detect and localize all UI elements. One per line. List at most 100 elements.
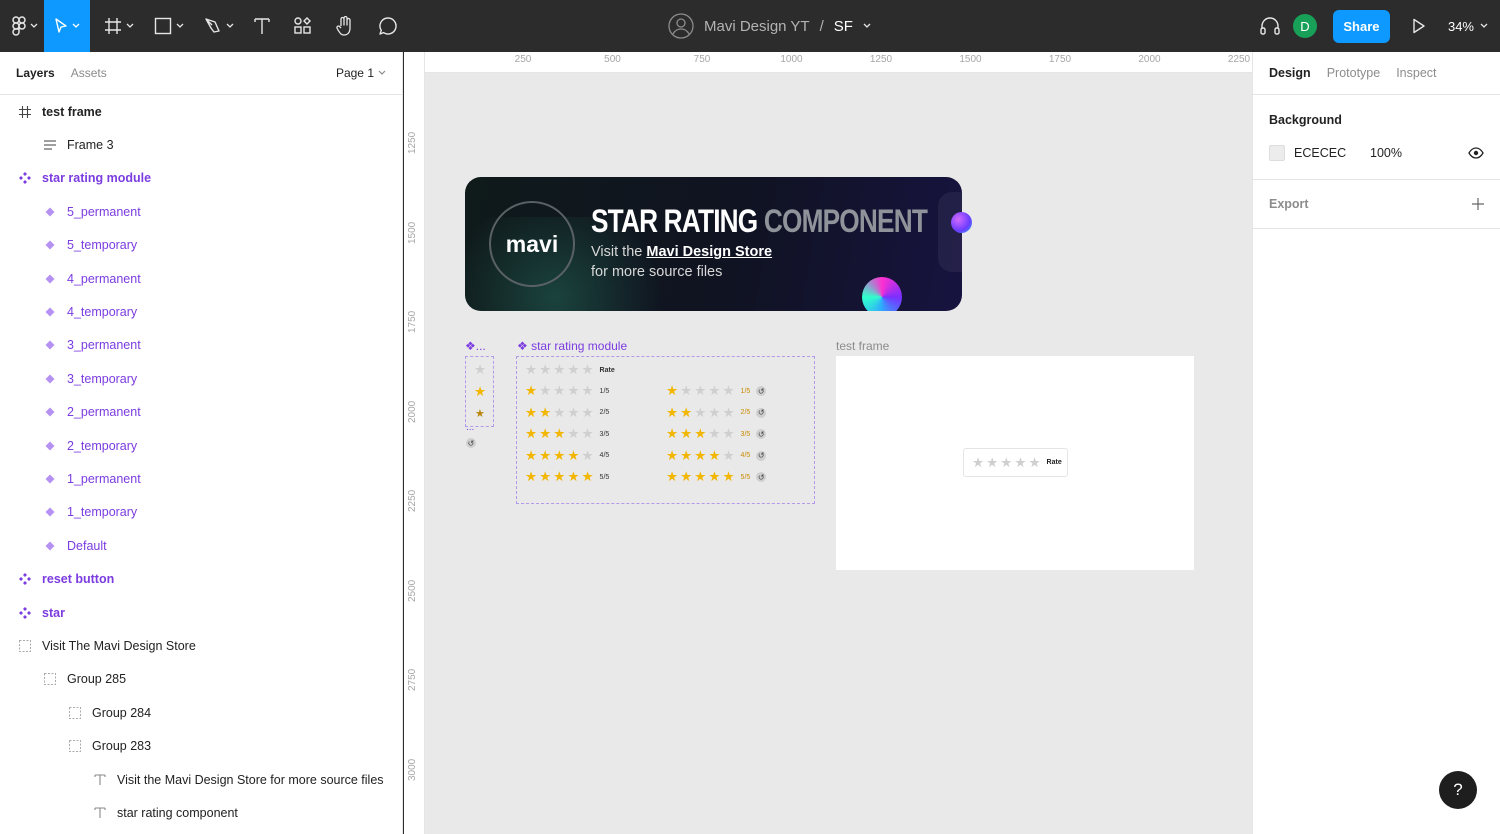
pen-tool[interactable]	[198, 0, 240, 52]
tab-prototype[interactable]: Prototype	[1327, 66, 1381, 80]
promo-banner[interactable]: mavi STAR RATING COMPONENT Visit the Mav…	[465, 177, 962, 311]
star-icon[interactable]: ★	[1014, 455, 1026, 470]
rating-variant[interactable]: ★ ★ ★ ★ ★ 2/5 ↺	[666, 405, 767, 420]
star-icon[interactable]: ★	[694, 405, 706, 420]
star-icon[interactable]: ★	[694, 384, 706, 398]
star-icon[interactable]: ★	[553, 405, 565, 420]
layer-row[interactable]: Frame 3	[0, 128, 402, 161]
layer-row[interactable]: 2_temporary	[0, 429, 402, 462]
rating-variant[interactable]: ★ ★ ★ ★ ★ 3/5	[525, 427, 609, 441]
star-icon[interactable]: ★	[539, 363, 551, 377]
star-icon[interactable]: ★	[581, 363, 593, 377]
comment-tool[interactable]	[372, 0, 404, 52]
tab-design[interactable]: Design	[1269, 66, 1311, 80]
star-icon[interactable]: ★	[694, 448, 706, 463]
layer-row[interactable]: 1_temporary	[0, 496, 402, 529]
tab-layers[interactable]: Layers	[16, 66, 55, 80]
share-button[interactable]: Share	[1332, 9, 1390, 43]
rating-variant[interactable]: ★ ★ ★ ★ ★ Rate	[525, 363, 615, 377]
text-tool[interactable]	[248, 0, 276, 52]
star-icon[interactable]: ★	[539, 448, 551, 463]
rating-variant[interactable]: ★ ★ ★ ★ ★ 4/5	[525, 448, 609, 463]
file-name[interactable]: SF	[834, 18, 853, 35]
star-component-label[interactable]: ❖...	[465, 339, 486, 353]
layer-row[interactable]: star	[0, 596, 402, 629]
canvas[interactable]: 250 500 750 1000 1250 1500 1750 2000 2250 1250 15…	[404, 52, 1252, 834]
tab-assets[interactable]: Assets	[71, 66, 107, 80]
star-icon[interactable]: ★	[708, 427, 720, 441]
star-icon[interactable]: ★	[567, 427, 579, 441]
star-icon[interactable]: ★	[722, 427, 734, 441]
star-icon[interactable]: ★	[972, 455, 984, 470]
star-icon[interactable]: ★	[525, 448, 537, 463]
rating-variant[interactable]: ★ ★ ★ ★ ★ 3/5 ↺	[666, 427, 767, 441]
layer-row[interactable]: reset button	[0, 562, 402, 595]
layer-row[interactable]: 1_permanent	[0, 462, 402, 495]
background-swatch[interactable]	[1269, 145, 1285, 161]
star-icon[interactable]: ★	[708, 448, 720, 463]
layer-row[interactable]: Visit the Mavi Design Store for more sou…	[0, 763, 402, 796]
layer-row[interactable]: Visit The Mavi Design Store	[0, 629, 402, 662]
star-icon[interactable]: ★	[680, 427, 692, 441]
star-icon[interactable]: ★	[581, 470, 593, 484]
star-icon[interactable]: ★	[666, 405, 678, 420]
star-icon[interactable]: ★	[553, 384, 565, 398]
rating-variant[interactable]: ★ ★ ★ ★ ★ 5/5 ↺	[666, 470, 767, 484]
star-icon[interactable]: ★	[581, 405, 593, 420]
reset-icon[interactable]: ↺	[756, 429, 767, 440]
star-icon[interactable]: ★	[694, 470, 706, 484]
star-icon[interactable]: ★	[1028, 455, 1040, 470]
chevron-down-icon[interactable]	[863, 23, 871, 29]
star-icon[interactable]: ★	[581, 448, 593, 463]
star-icon[interactable]: ★	[1000, 455, 1012, 470]
layer-row[interactable]: star rating component	[0, 796, 402, 829]
layer-row[interactable]: 5_permanent	[0, 195, 402, 228]
test-frame[interactable]: ★ ★ ★ ★ ★ Rate	[836, 356, 1194, 570]
star-icon[interactable]: ★	[581, 384, 593, 398]
star-icon[interactable]: ★	[525, 384, 537, 398]
reset-icon[interactable]: ↺	[466, 438, 476, 448]
reset-icon[interactable]: ↺	[756, 386, 767, 397]
project-name[interactable]: Mavi Design YT	[704, 18, 810, 35]
layer-row[interactable]: 4_temporary	[0, 295, 402, 328]
layer-row[interactable]: 3_permanent	[0, 329, 402, 362]
star-icon[interactable]: ★	[666, 448, 678, 463]
star-icon[interactable]: ★	[680, 405, 692, 420]
star-icon[interactable]: ★	[539, 384, 551, 398]
rating-variant[interactable]: ★ ★ ★ ★ ★ 4/5 ↺	[666, 448, 767, 463]
layer-row[interactable]: Group 284	[0, 696, 402, 729]
resources-tool[interactable]	[288, 0, 318, 52]
star-icon[interactable]: ★	[567, 384, 579, 398]
reset-icon[interactable]: ↺	[756, 450, 767, 461]
star-icon[interactable]: ★	[567, 470, 579, 484]
layer-row[interactable]: Group 285	[0, 663, 402, 696]
star-icon[interactable]: ★	[567, 448, 579, 463]
reset-button-label[interactable]: ...	[466, 422, 474, 433]
star-icon[interactable]: ★	[694, 427, 706, 441]
star-icon[interactable]: ★	[722, 448, 734, 463]
main-menu-button[interactable]	[0, 0, 44, 52]
present-play-icon[interactable]	[1412, 18, 1426, 34]
star-icon[interactable]: ★	[666, 384, 678, 398]
rating-variant[interactable]: ★ ★ ★ ★ ★ 2/5	[525, 405, 609, 420]
reset-icon[interactable]: ↺	[756, 472, 767, 482]
user-avatar[interactable]: D	[1292, 14, 1317, 38]
zoom-menu[interactable]: 34%	[1448, 19, 1488, 34]
hand-tool[interactable]	[330, 0, 360, 52]
plus-icon[interactable]	[1472, 198, 1484, 210]
test-frame-label[interactable]: test frame	[836, 339, 889, 353]
star-icon[interactable]: ★	[708, 405, 720, 420]
star-icon[interactable]: ★	[539, 427, 551, 441]
star-icon[interactable]: ★	[666, 427, 678, 441]
star-icon[interactable]: ★	[539, 470, 551, 484]
star-icon[interactable]: ★	[722, 384, 734, 398]
star-icon[interactable]: ★	[680, 470, 692, 484]
star-icon[interactable]: ★	[525, 427, 537, 441]
background-opacity[interactable]: 100%	[1370, 146, 1402, 160]
layer-row[interactable]: 3_temporary	[0, 362, 402, 395]
help-button[interactable]: ?	[1439, 771, 1477, 809]
star-icon[interactable]: ★	[553, 427, 565, 441]
star-icon[interactable]: ★	[539, 405, 551, 420]
star-icon[interactable]: ★	[708, 384, 720, 398]
star-icon[interactable]: ★	[722, 405, 734, 420]
